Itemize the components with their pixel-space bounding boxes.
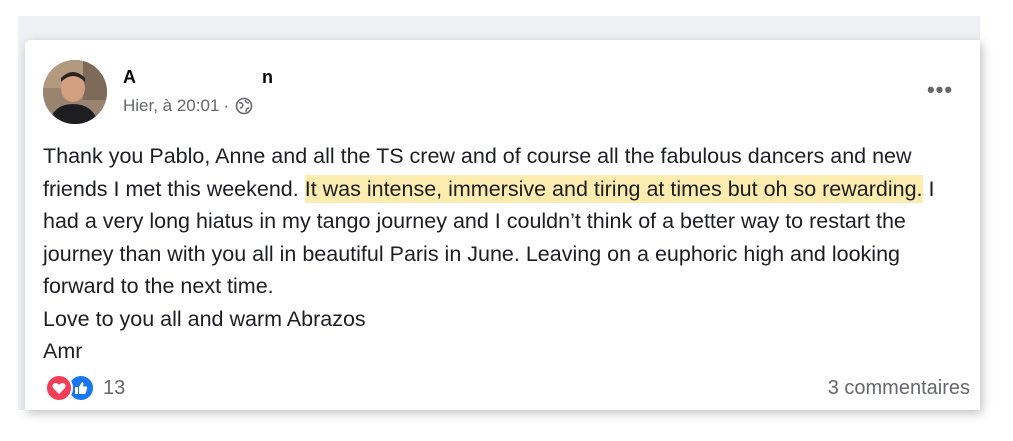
highlighted-text: It was intense, immersive and tiring at …	[304, 174, 923, 203]
post-body: Thank you Pablo, Anne and all the TS cre…	[43, 140, 973, 368]
meta-separator: ·	[223, 96, 230, 115]
author-avatar[interactable]	[43, 60, 107, 124]
post-paragraph-3: Amr	[43, 339, 83, 363]
post-paragraph-2: Love to you all and warm Abrazos	[43, 306, 366, 331]
reactions-summary[interactable]: 13	[45, 374, 125, 402]
reaction-count: 13	[103, 376, 126, 399]
more-options-button[interactable]: •••	[922, 77, 958, 102]
author-name-start: A	[123, 66, 136, 87]
love-reaction-icon	[45, 374, 73, 402]
name-redaction	[140, 65, 258, 89]
post-meta: Hier, à 20:01 ·	[123, 96, 253, 116]
post-timestamp[interactable]: Hier, à 20:01	[123, 96, 219, 116]
globe-icon[interactable]	[235, 97, 253, 115]
author-name[interactable]: A n	[123, 62, 273, 92]
author-name-end: n	[262, 66, 273, 87]
post-card: A n Hier, à 20:01 · ••• Thank you Pablo,…	[25, 40, 980, 410]
comments-count-link[interactable]: 3 commentaires	[828, 377, 970, 400]
post-paragraph-1: Thank you Pablo, Anne and all the TS cre…	[43, 140, 973, 303]
